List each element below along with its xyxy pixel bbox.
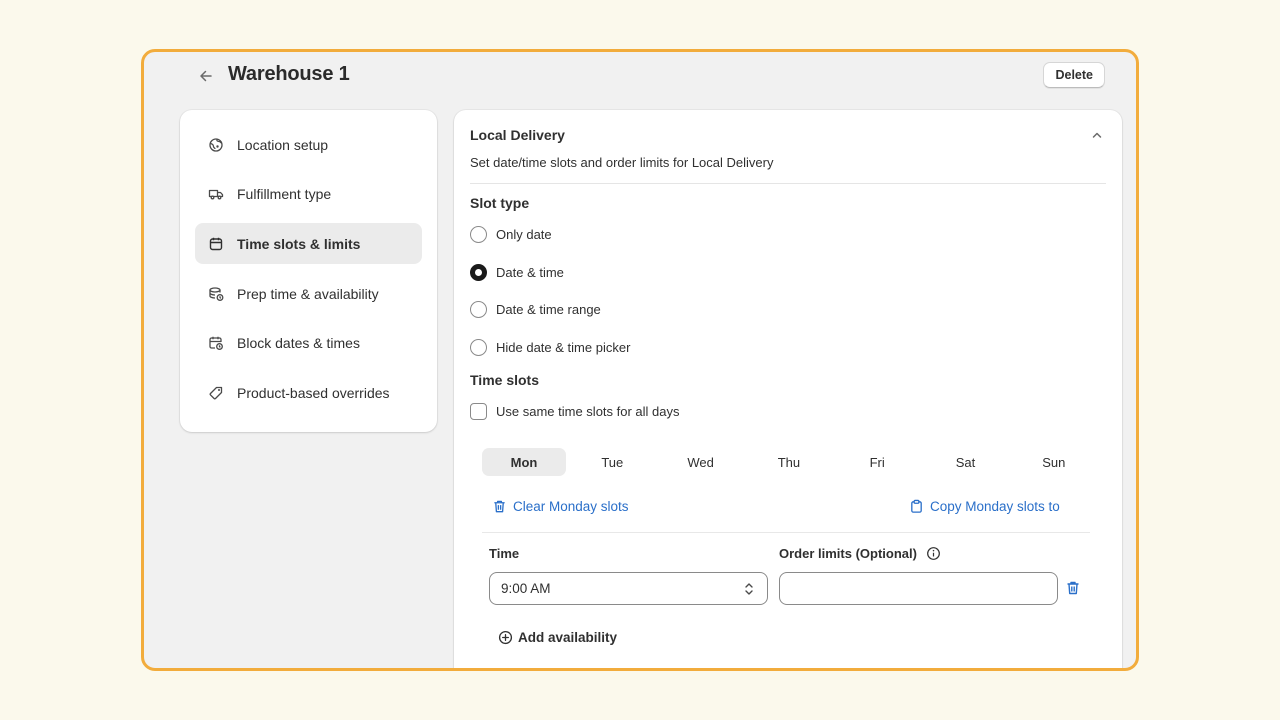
select-caret-icon — [742, 581, 756, 600]
back-button[interactable] — [194, 64, 218, 88]
card-subtitle: Set date/time slots and order limits for… — [470, 155, 774, 170]
sidebar-item-time-slots[interactable]: Time slots & limits — [195, 223, 422, 265]
checkbox-label: Use same time slots for all days — [496, 404, 680, 419]
radio-label: Date & time range — [496, 302, 601, 317]
info-icon[interactable] — [926, 546, 941, 561]
radio-label: Hide date & time picker — [496, 340, 631, 355]
sidebar-item-label: Fulfillment type — [237, 186, 332, 203]
time-slots-heading: Time slots — [470, 372, 539, 388]
collapse-button[interactable] — [1088, 126, 1106, 144]
plus-circle-icon — [498, 630, 513, 645]
radio-date-time-range[interactable]: Date & time range — [470, 301, 601, 318]
time-select-value: 9:00 AM — [501, 581, 551, 596]
settings-sidebar: Location setup Fulfillment type Time slo… — [180, 110, 437, 432]
day-tabs: Mon Tue Wed Thu Fri Sat Sun — [482, 448, 1101, 476]
same-slots-checkbox[interactable] — [470, 403, 487, 420]
page-header: Warehouse 1 Delete — [144, 52, 1136, 102]
local-delivery-card: Local Delivery Set date/time slots and o… — [454, 110, 1122, 668]
tab-sat[interactable]: Sat — [923, 448, 1007, 476]
add-availability-label: Add availability — [518, 630, 618, 645]
calendar-clock-icon — [208, 335, 224, 351]
card-title: Local Delivery — [470, 127, 565, 143]
stack-clock-icon — [208, 286, 224, 302]
sidebar-item-location-setup[interactable]: Location setup — [195, 124, 422, 165]
tag-icon — [208, 385, 224, 401]
sidebar-item-fulfillment-type[interactable]: Fulfillment type — [195, 174, 422, 215]
delivery-truck-icon — [208, 186, 224, 202]
chevron-up-icon — [1092, 132, 1102, 138]
radio-button[interactable] — [470, 339, 487, 356]
tab-wed[interactable]: Wed — [659, 448, 743, 476]
sidebar-item-block-dates[interactable]: Block dates & times — [195, 323, 422, 364]
sidebar-item-prep-time[interactable]: Prep time & availability — [195, 273, 422, 314]
tab-sun[interactable]: Sun — [1012, 448, 1096, 476]
delete-button[interactable]: Delete — [1043, 62, 1105, 88]
copy-slots-label: Copy Monday slots to — [930, 499, 1060, 514]
radio-button[interactable] — [470, 301, 487, 318]
globe-pin-icon — [208, 137, 224, 153]
tab-thu[interactable]: Thu — [747, 448, 831, 476]
slot-type-heading: Slot type — [470, 195, 530, 211]
calendar-icon — [208, 236, 224, 252]
copy-slots-button[interactable]: Copy Monday slots to — [909, 499, 1060, 514]
sidebar-item-product-overrides[interactable]: Product-based overrides — [195, 372, 422, 413]
tab-fri[interactable]: Fri — [835, 448, 919, 476]
sidebar-item-label: Prep time & availability — [237, 285, 379, 302]
clear-slots-button[interactable]: Clear Monday slots — [492, 499, 629, 514]
app-frame: Warehouse 1 Delete Location setup Fulfil… — [141, 49, 1139, 671]
time-label-text: Time — [489, 546, 520, 561]
divider — [470, 183, 1106, 184]
radio-date-time[interactable]: Date & time — [470, 264, 564, 281]
trash-icon — [494, 500, 505, 513]
clipboard-icon — [911, 499, 922, 513]
order-limits-label: Order limits (Optional) — [779, 546, 941, 561]
order-limit-input[interactable] — [779, 572, 1058, 605]
add-availability-button[interactable]: Add availability — [498, 630, 617, 645]
page-title: Warehouse 1 — [228, 63, 350, 85]
sidebar-item-label: Location setup — [237, 136, 329, 153]
arrow-left-icon — [200, 70, 212, 82]
sidebar-item-label: Time slots & limits — [237, 235, 361, 252]
sidebar-item-label: Product-based overrides — [237, 384, 390, 401]
divider — [482, 532, 1090, 533]
time-field-label: Time — [489, 546, 519, 561]
tab-tue[interactable]: Tue — [570, 448, 654, 476]
tab-mon[interactable]: Mon — [482, 448, 566, 476]
radio-only-date[interactable]: Only date — [470, 226, 552, 243]
radio-button[interactable] — [470, 264, 487, 281]
sidebar-item-label: Block dates & times — [237, 335, 360, 352]
trash-icon — [1067, 581, 1079, 595]
time-select[interactable]: 9:00 AM — [489, 572, 768, 605]
same-slots-checkbox-row[interactable]: Use same time slots for all days — [470, 403, 680, 420]
clear-slots-label: Clear Monday slots — [513, 499, 629, 514]
radio-label: Date & time — [496, 265, 564, 280]
radio-hide-picker[interactable]: Hide date & time picker — [470, 339, 630, 356]
order-limits-label-text: Order limits (Optional) — [779, 546, 917, 561]
radio-button[interactable] — [470, 226, 487, 243]
delete-slot-button[interactable] — [1064, 579, 1082, 597]
radio-label: Only date — [496, 227, 552, 242]
